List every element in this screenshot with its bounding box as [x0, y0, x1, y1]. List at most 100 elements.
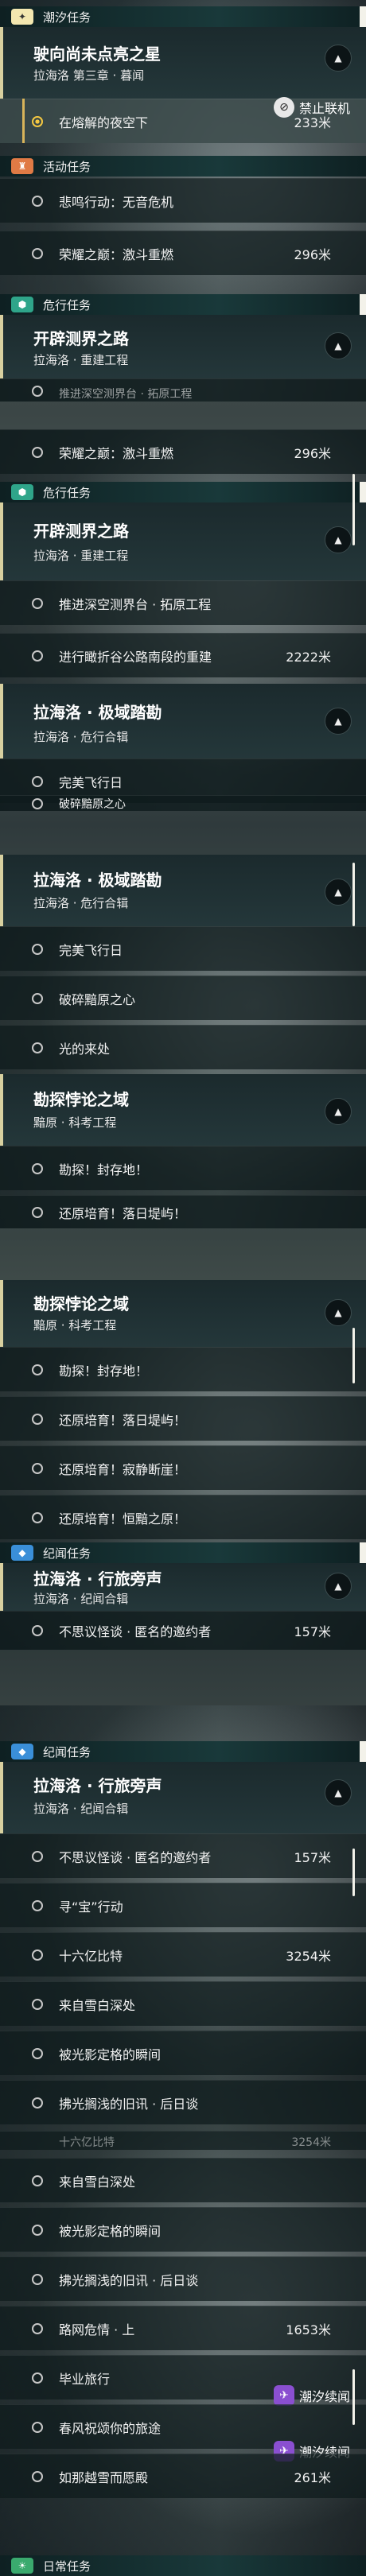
task-row[interactable]: 还原培育！寂静断崖！ [0, 1445, 366, 1490]
task-distance: 157米 [294, 1849, 331, 1865]
task-status-icon [32, 2174, 43, 2186]
task-title: 勘探！封存地！ [59, 1162, 149, 1177]
task-row[interactable]: 被光影定格的瞬间 [0, 2031, 366, 2075]
sun-icon: ☀ [11, 2558, 33, 2574]
task-title: 勘探！封存地！ [59, 1363, 149, 1379]
task-row[interactable]: 还原培育！落日堤屿！ [0, 1396, 366, 1441]
quest-card[interactable]: 拉海洛 · 行旅旁声 拉海洛 · 纪闻合辑 ▲ [0, 1762, 366, 1833]
screen-3: 拉海洛 · 极域踏勘 拉海洛 · 危行合辑 ▲ 完美飞行日 破碎黯原之心 光的来… [0, 855, 366, 1228]
category-activity[interactable]: ♜ 活动任务 [0, 156, 366, 177]
task-row[interactable]: 完美飞行日 [0, 926, 366, 971]
task-row[interactable]: 推进深空测界台 · 拓原工程 [0, 378, 366, 402]
quest-subtitle: 黯原 · 科考工程 [33, 1115, 117, 1130]
task-title: 悲鸣行动：无音危机 [59, 194, 174, 210]
task-title: 荣耀之巅：激斗重燃 [59, 445, 174, 461]
category-tide[interactable]: ✦ 潮汐任务 [0, 6, 366, 27]
task-row[interactable]: 勘探！封存地！ [0, 1146, 366, 1190]
task-row[interactable]: 路网危情 · 上 1653米 [0, 2306, 366, 2350]
category-edge [360, 1741, 366, 1762]
task-row[interactable]: 被光影定格的瞬间 [0, 2207, 366, 2252]
category-danger[interactable]: ⬢ 危行任务 [0, 294, 366, 315]
chevron-up-icon[interactable]: ▲ [325, 879, 352, 906]
scrollbar[interactable] [352, 1849, 355, 1896]
chevron-up-icon[interactable]: ▲ [325, 1779, 352, 1806]
task-row[interactable]: 推进深空测界台 · 拓原工程 [0, 580, 366, 625]
scrollbar[interactable] [352, 2369, 355, 2425]
screen-6: 十六亿比特 3254米 来自雪白深处 被光影定格的瞬间 拂光搁浅的旧讯 · 后日… [0, 2131, 366, 2576]
chevron-up-icon[interactable]: ▲ [325, 45, 352, 72]
task-row[interactable]: 光的来处 [0, 1025, 366, 1069]
task-row[interactable]: 来自雪白深处 [0, 2158, 366, 2202]
task-row[interactable]: 十六亿比特 3254米 [0, 1932, 366, 1977]
task-status-icon [32, 1850, 43, 1862]
disable-coop-label: 禁止联机 [298, 101, 350, 116]
task-title: 完美飞行日 [59, 942, 123, 958]
diamond-icon: ◆ [11, 1545, 33, 1561]
quest-card[interactable]: 拉海洛 · 极域踏勘 拉海洛 · 危行合辑 ▲ [0, 684, 366, 758]
task-row[interactable]: 还原培育！恒黯之原！ [0, 1495, 366, 1539]
task-distance: 3254米 [286, 1948, 331, 1964]
task-status-icon [32, 2421, 43, 2433]
scrollbar[interactable] [352, 474, 355, 545]
chevron-up-icon[interactable]: ▲ [325, 1098, 352, 1125]
task-title: 拂光搁浅的旧讯 · 后日谈 [59, 2096, 199, 2112]
task-row[interactable]: 还原培育！落日堤屿！ [0, 1195, 366, 1228]
task-row[interactable]: 不思议怪谈 · 匿名的邀约者 157米 [0, 1611, 366, 1650]
chevron-up-icon[interactable]: ▲ [325, 708, 352, 735]
active-indicator [22, 99, 25, 143]
diamond-icon: ◆ [11, 1744, 33, 1759]
task-status-icon [32, 2047, 43, 2059]
task-row[interactable]: 悲鸣行动：无音危机 [0, 178, 366, 223]
task-row[interactable]: 来自雪白深处 [0, 1981, 366, 2026]
quest-card[interactable]: 拉海洛 · 行旅旁声 拉海洛 · 纪闻合辑 ▲ [0, 1563, 366, 1611]
task-row[interactable]: 破碎黯原之心 [0, 795, 366, 811]
task-row[interactable]: 寻“宝”行动 [0, 1883, 366, 1927]
task-status-icon [32, 1462, 43, 1474]
task-row[interactable]: 如那越雪而愿殿 261米 [0, 2454, 366, 2498]
task-row[interactable]: 不思议怪谈 · 匿名的邀约者 157米 [0, 1833, 366, 1878]
task-row[interactable]: 拂光搁浅的旧讯 · 后日谈 [0, 2256, 366, 2301]
quest-card[interactable]: 驶向尚未点亮之星 拉海洛 第三章 · 暮闻 ▲ [0, 27, 366, 99]
chevron-up-icon[interactable]: ▲ [325, 1573, 352, 1600]
chevron-up-icon[interactable]: ▲ [325, 526, 352, 553]
task-status-icon [32, 650, 43, 661]
scrollbar[interactable] [352, 863, 355, 926]
quest-card[interactable]: 开辟测界之路 拉海洛 · 重建工程 ▲ [0, 315, 366, 378]
star-icon: ✦ [11, 9, 33, 25]
task-row[interactable]: 荣耀之巅：激斗重燃 296米 [0, 429, 366, 474]
chevron-up-icon[interactable]: ▲ [325, 1299, 352, 1326]
quest-card[interactable]: 勘探悖论之域 黯原 · 科考工程 ▲ [0, 1074, 366, 1146]
category-label: 活动任务 [43, 159, 92, 174]
category-daily[interactable]: ☀ 日常任务 [0, 2555, 366, 2576]
quest-title: 勘探悖论之域 [33, 1294, 129, 1313]
task-row[interactable]: 破碎黯原之心 [0, 976, 366, 1020]
task-status-icon [32, 2273, 43, 2285]
quest-subtitle: 拉海洛 · 纪闻合辑 [33, 1592, 129, 1606]
category-danger[interactable]: ⬢ 危行任务 [0, 482, 366, 502]
task-row[interactable]: 进行瞰折谷公路南段的重建 2222米 [0, 633, 366, 677]
quest-card[interactable]: 拉海洛 · 极域踏勘 拉海洛 · 危行合辑 ▲ [0, 855, 366, 926]
category-edge [360, 1542, 366, 1563]
task-status-icon [32, 1162, 43, 1174]
disable-coop-tag[interactable]: ⊘ 禁止联机 [273, 95, 350, 119]
task-title: 还原培育！落日堤屿！ [59, 1205, 187, 1221]
quest-card[interactable]: 开辟测界之路 拉海洛 · 重建工程 ▲ [0, 502, 366, 580]
task-title: 被光影定格的瞬间 [59, 2223, 162, 2239]
task-row[interactable]: 勘探！封存地！ [0, 1347, 366, 1391]
task-title: 如那越雪而愿殿 [59, 2469, 149, 2485]
category-chronicle[interactable]: ◆ 纪闻任务 [0, 1542, 366, 1563]
task-row[interactable]: 荣耀之巅：激斗重燃 296米 [0, 231, 366, 275]
task-status-icon [32, 386, 43, 397]
task-title: 寻“宝”行动 [59, 1899, 123, 1915]
chevron-up-icon[interactable]: ▲ [325, 332, 352, 359]
category-chronicle[interactable]: ◆ 纪闻任务 [0, 1741, 366, 1762]
task-status-icon [32, 992, 43, 1004]
task-distance: 157米 [294, 1624, 331, 1639]
task-status-icon [32, 1511, 43, 1523]
scrollbar[interactable] [352, 1328, 355, 1383]
task-row[interactable]: 十六亿比特 3254米 [0, 2131, 366, 2150]
quest-subtitle: 拉海洛 · 重建工程 [33, 353, 129, 367]
quest-card[interactable]: 勘探悖论之域 黯原 · 科考工程 ▲ [0, 1280, 366, 1347]
task-status-icon [32, 2372, 43, 2384]
task-row[interactable]: 拂光搁浅的旧讯 · 后日谈 [0, 2080, 366, 2124]
